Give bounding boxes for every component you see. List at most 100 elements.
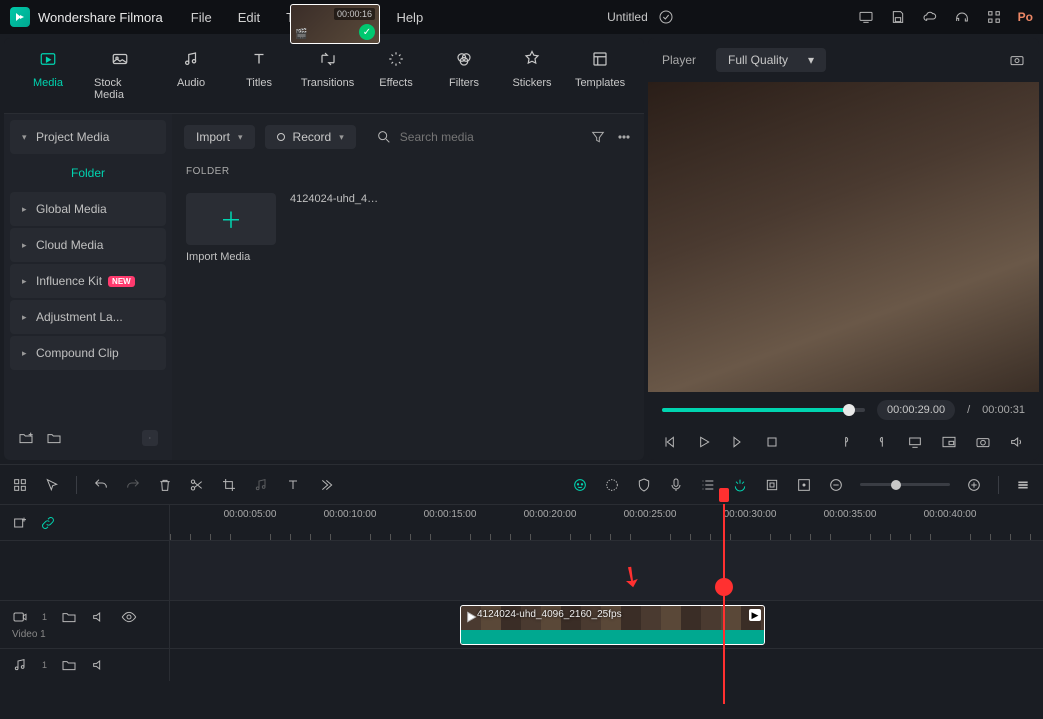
record-dropdown[interactable]: Record▾ (265, 125, 356, 149)
tab-titles[interactable]: Titles (229, 44, 289, 107)
track-visibility-icon[interactable] (121, 609, 137, 625)
mark-out-icon[interactable] (873, 434, 889, 450)
sidebar-project-media[interactable]: ▾Project Media (10, 120, 166, 154)
sidebar-adjustment-layer[interactable]: ▸Adjustment La... (10, 300, 166, 334)
tab-audio[interactable]: Audio (161, 44, 221, 107)
play-icon[interactable] (696, 434, 712, 450)
tab-transitions[interactable]: Transitions (297, 44, 358, 107)
color-icon[interactable] (604, 477, 620, 493)
video-track-body[interactable]: 4124024-uhd_4096_2160_25fps ▶ (170, 600, 1043, 648)
user-badge[interactable]: Po (1018, 10, 1033, 24)
quality-dropdown[interactable]: Full Quality▾ (716, 48, 826, 72)
audio-track-folder-icon[interactable] (61, 657, 77, 673)
menu-file[interactable]: File (191, 10, 212, 25)
track-add-icon[interactable] (12, 515, 28, 531)
audio-track-mute-icon[interactable] (91, 657, 107, 673)
search-media[interactable] (366, 124, 580, 150)
mic-icon[interactable] (668, 477, 684, 493)
record-icon (277, 133, 285, 141)
zoom-in-icon[interactable] (966, 477, 982, 493)
sidebar-cloud-media[interactable]: ▸Cloud Media (10, 228, 166, 262)
keyframe-icon[interactable] (796, 477, 812, 493)
headphones-icon[interactable] (954, 9, 970, 25)
redo-icon[interactable] (125, 477, 141, 493)
list-icon[interactable] (700, 477, 716, 493)
tab-filters[interactable]: Filters (434, 44, 494, 107)
tab-stickers[interactable]: Stickers (502, 44, 562, 107)
track-mute-icon[interactable] (91, 609, 107, 625)
zoom-out-icon[interactable] (828, 477, 844, 493)
volume-icon[interactable] (1009, 434, 1025, 450)
folder-icon[interactable] (46, 430, 62, 446)
tab-media[interactable]: Media (18, 44, 78, 107)
track-folder-icon[interactable] (61, 609, 77, 625)
sidebar-folder[interactable]: Folder (10, 156, 166, 190)
player-label: Player (662, 53, 696, 67)
document-title: Untitled (607, 10, 648, 24)
ruler-tick: 00:00:25:00 (624, 509, 677, 520)
ruler-tick: 00:00:15:00 (424, 509, 477, 520)
save-icon[interactable] (890, 9, 906, 25)
snapshot-icon[interactable] (1009, 52, 1025, 68)
ai-icon[interactable] (572, 477, 588, 493)
display-settings-icon[interactable] (907, 434, 923, 450)
more-tools-icon[interactable] (317, 477, 333, 493)
ruler-tick: 00:00:35:00 (824, 509, 877, 520)
current-time: 00:00:29.00 (877, 400, 955, 420)
video-track-label: Video 1 (12, 629, 157, 640)
music-icon[interactable] (253, 477, 269, 493)
marker-icon[interactable] (764, 477, 780, 493)
sidebar-compound-clip[interactable]: ▸Compound Clip (10, 336, 166, 370)
video-track-header: 1 Video 1 (0, 600, 170, 648)
magnet-icon[interactable] (732, 477, 748, 493)
audio-track-body[interactable] (170, 648, 1043, 681)
ruler-tick: 00:00:20:00 (524, 509, 577, 520)
layout-icon[interactable] (12, 477, 28, 493)
crop-icon[interactable] (221, 477, 237, 493)
prev-frame-icon[interactable] (662, 434, 678, 450)
screen-icon[interactable] (858, 9, 874, 25)
collapse-sidebar-button[interactable] (142, 430, 158, 446)
settings-icon[interactable] (1015, 477, 1031, 493)
import-media-tile[interactable]: ＋ Import Media (186, 193, 276, 263)
clip-type-icon: 🎬 (295, 38, 307, 40)
menu-edit[interactable]: Edit (238, 10, 260, 25)
filter-icon[interactable] (590, 129, 606, 145)
new-folder-icon[interactable] (18, 430, 34, 446)
video-preview[interactable] (648, 82, 1039, 392)
stop-icon[interactable] (764, 434, 780, 450)
more-icon[interactable] (616, 129, 632, 145)
tab-templates[interactable]: Templates (570, 44, 630, 107)
link-icon[interactable] (40, 515, 56, 531)
camera-icon[interactable] (975, 434, 991, 450)
search-icon (376, 129, 392, 145)
search-input[interactable] (400, 130, 570, 144)
cloud-icon[interactable] (922, 9, 938, 25)
total-time: 00:00:31 (982, 404, 1025, 416)
cursor-icon[interactable] (44, 477, 60, 493)
delete-icon[interactable] (157, 477, 173, 493)
split-icon[interactable] (189, 477, 205, 493)
timeline-clip[interactable]: 4124024-uhd_4096_2160_25fps ▶ (460, 605, 765, 645)
apps-icon[interactable] (986, 9, 1002, 25)
import-dropdown[interactable]: Import▾ (184, 125, 255, 149)
playback-progress[interactable] (662, 408, 865, 412)
menu-help[interactable]: Help (396, 10, 423, 25)
pip-icon[interactable] (941, 434, 957, 450)
save-status-icon (658, 9, 674, 25)
folder-header: FOLDER (172, 160, 644, 183)
zoom-slider[interactable] (860, 483, 950, 486)
timeline-ruler[interactable]: :00:0000:00:05:0000:00:10:0000:00:15:000… (170, 505, 1043, 540)
tab-stock-media[interactable]: Stock Media (86, 44, 153, 107)
sidebar-influence-kit[interactable]: ▸Influence KitNEW (10, 264, 166, 298)
undo-icon[interactable] (93, 477, 109, 493)
shield-icon[interactable] (636, 477, 652, 493)
media-clip-item[interactable]: 00:00:16 🎬 ✓ 4124024-uhd_40... (290, 193, 380, 263)
tab-effects[interactable]: Effects (366, 44, 426, 107)
used-check-icon: ✓ (359, 38, 375, 40)
sidebar-global-media[interactable]: ▸Global Media (10, 192, 166, 226)
text-icon[interactable] (285, 477, 301, 493)
mark-in-icon[interactable] (839, 434, 855, 450)
play-forward-icon[interactable] (730, 434, 746, 450)
media-panel: Media Stock Media Audio Titles Transitio… (4, 38, 644, 460)
